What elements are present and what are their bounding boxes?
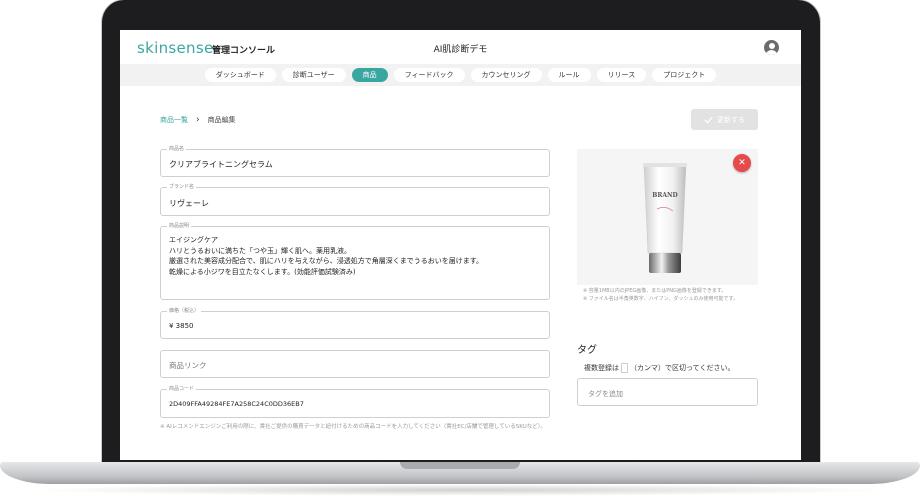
description-field[interactable]: 商品説明 エイジングケア ハリとうるおいに満ちた「つや玉」輝く肌へ。薬用乳液。 …: [160, 223, 550, 300]
breadcrumb-product-list-link[interactable]: 商品一覧: [160, 115, 188, 125]
update-button[interactable]: 更新する: [691, 109, 758, 130]
brand-name-label: ブランド名: [167, 184, 197, 191]
tab-releases[interactable]: リリース: [596, 68, 647, 82]
laptop-shadow: [30, 484, 890, 496]
app-screen: skinsense 管理コンソール AI肌診断デモ ダッシュボード 診断ユーザー…: [120, 30, 801, 460]
tab-feedback[interactable]: フィードバック: [393, 68, 465, 82]
tags-help-suffix: （カンマ）で区切ってください。: [630, 364, 735, 372]
product-image: BRAND: [577, 149, 758, 285]
tab-rules[interactable]: ルール: [547, 68, 591, 82]
close-icon: ✕: [738, 158, 746, 168]
laptop-notch: [400, 462, 520, 469]
app-header: skinsense 管理コンソール AI肌診断デモ: [120, 30, 801, 64]
brand-name-value: リヴェーレ: [169, 199, 209, 208]
tags-heading: タグ: [577, 345, 597, 356]
description-value: エイジングケア ハリとうるおいに満ちた「つや玉」輝く肌へ。薬用乳液。 厳選された…: [169, 236, 484, 276]
tags-help-prefix: 複数登録は: [584, 364, 619, 372]
image-note-line: ※ ファイル名は半角英数字、ハイフン、ダッシュのみ使用可能です。: [583, 295, 738, 302]
page-title: AI肌診断デモ: [433, 45, 488, 55]
tab-dashboard[interactable]: ダッシュボード: [204, 68, 276, 82]
tags-help: 複数登録は （カンマ）で区切ってください。: [584, 363, 734, 373]
product-code-label: 商品コード: [167, 386, 197, 393]
tag-input[interactable]: タグを追加: [577, 378, 758, 406]
update-button-label: 更新する: [717, 115, 745, 124]
breadcrumb-current: 商品編集: [207, 116, 236, 124]
breadcrumb: 商品一覧 › 商品編集: [160, 115, 236, 125]
chevron-right-icon: ›: [196, 115, 200, 125]
product-tube-image: BRAND: [643, 163, 687, 273]
account-circle-icon[interactable]: [764, 40, 779, 55]
product-code-note: ※ AIレコメンドエンジンご利用の際に、貴社ご提供の購買データと紐付けるための商…: [160, 424, 546, 430]
product-name-label: 商品名: [167, 146, 187, 153]
product-name-value: クリアブライトニングセラム: [169, 160, 273, 169]
description-label: 商品説明: [167, 223, 192, 230]
image-note-line: ※ 容量1MB以内のJPEG画像、またはPNG画像を登録できます。: [583, 288, 727, 294]
brand-name-field[interactable]: ブランド名 リヴェーレ: [160, 184, 550, 216]
product-link-placeholder: 商品リンク: [169, 361, 207, 370]
price-field[interactable]: 価格（税込） ¥ 3850: [160, 308, 550, 339]
tube-brand-text: BRAND: [652, 192, 677, 199]
main-nav-tabs: ダッシュボード 診断ユーザー 商品 フィードバック カウンセリング ルール リリ…: [120, 64, 801, 86]
tab-counseling[interactable]: カウンセリング: [470, 68, 542, 82]
remove-image-button[interactable]: ✕: [733, 154, 751, 172]
comma-key-icon: [621, 363, 628, 373]
price-label: 価格（税込）: [167, 308, 202, 315]
tag-input-placeholder: タグを追加: [588, 390, 623, 398]
price-value: ¥ 3850: [169, 322, 194, 330]
tab-products[interactable]: 商品: [351, 68, 388, 82]
product-code-field[interactable]: 商品コード 2D409FFA49284FE7A258C24C0DD36EB7: [160, 386, 550, 418]
product-code-value: 2D409FFA49284FE7A258C24C0DD36EB7: [169, 400, 304, 408]
product-link-field[interactable]: 商品リンク: [160, 350, 550, 378]
check-icon: [704, 116, 713, 124]
tab-diagnosis-users[interactable]: 診断ユーザー: [281, 68, 346, 82]
tab-projects[interactable]: プロジェクト: [652, 68, 717, 82]
product-name-field[interactable]: 商品名 クリアブライトニングセラム: [160, 146, 550, 177]
image-upload-notes: ※ 容量1MB以内のJPEG画像、またはPNG画像を登録できます。 ※ ファイル…: [583, 288, 758, 303]
